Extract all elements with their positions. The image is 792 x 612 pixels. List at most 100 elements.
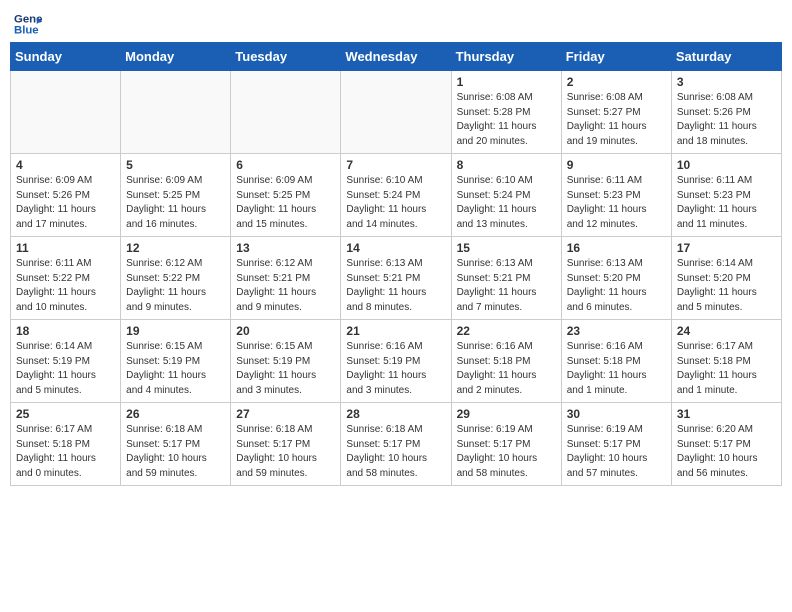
day-info: Sunrise: 6:10 AM Sunset: 5:24 PM Dayligh…	[346, 174, 445, 232]
day-number: 23	[567, 324, 666, 338]
day-number: 16	[567, 241, 666, 255]
calendar-week-row: 4 Sunrise: 6:09 AM Sunset: 5:26 PM Daylig…	[11, 154, 782, 237]
day-number: 26	[126, 407, 225, 421]
day-number: 15	[457, 241, 556, 255]
day-info: Sunrise: 6:09 AM Sunset: 5:25 PM Dayligh…	[126, 174, 225, 232]
day-info: Sunrise: 6:14 AM Sunset: 5:19 PM Dayligh…	[16, 340, 115, 398]
calendar-table: SundayMondayTuesdayWednesdayThursdayFrid…	[10, 42, 782, 486]
column-header-monday: Monday	[121, 43, 231, 71]
day-info: Sunrise: 6:19 AM Sunset: 5:17 PM Dayligh…	[457, 423, 556, 481]
calendar-cell: 28 Sunrise: 6:18 AM Sunset: 5:17 PM Dayli…	[341, 403, 451, 486]
day-number: 17	[677, 241, 776, 255]
column-header-thursday: Thursday	[451, 43, 561, 71]
day-info: Sunrise: 6:14 AM Sunset: 5:20 PM Dayligh…	[677, 257, 776, 315]
calendar-cell: 6 Sunrise: 6:09 AM Sunset: 5:25 PM Daylig…	[231, 154, 341, 237]
calendar-cell: 19 Sunrise: 6:15 AM Sunset: 5:19 PM Dayli…	[121, 320, 231, 403]
calendar-week-row: 25 Sunrise: 6:17 AM Sunset: 5:18 PM Dayli…	[11, 403, 782, 486]
day-info: Sunrise: 6:20 AM Sunset: 5:17 PM Dayligh…	[677, 423, 776, 481]
calendar-cell: 21Sunrise: 6:16 AM Sunset: 5:19 PM Dayli…	[341, 320, 451, 403]
calendar-cell	[11, 71, 121, 154]
calendar-cell: 2 Sunrise: 6:08 AM Sunset: 5:27 PM Daylig…	[561, 71, 671, 154]
day-number: 11	[16, 241, 115, 255]
calendar-cell	[341, 71, 451, 154]
day-info: Sunrise: 6:13 AM Sunset: 5:21 PM Dayligh…	[346, 257, 445, 315]
day-info: Sunrise: 6:16 AM Sunset: 5:18 PM Dayligh…	[457, 340, 556, 398]
day-number: 22	[457, 324, 556, 338]
day-number: 4	[16, 158, 115, 172]
calendar-cell: 9Sunrise: 6:11 AM Sunset: 5:23 PM Daylig…	[561, 154, 671, 237]
calendar-cell: 26 Sunrise: 6:18 AM Sunset: 5:17 PM Dayli…	[121, 403, 231, 486]
day-info: Sunrise: 6:13 AM Sunset: 5:20 PM Dayligh…	[567, 257, 666, 315]
day-number: 5	[126, 158, 225, 172]
day-info: Sunrise: 6:17 AM Sunset: 5:18 PM Dayligh…	[16, 423, 115, 481]
day-info: Sunrise: 6:13 AM Sunset: 5:21 PM Dayligh…	[457, 257, 556, 315]
day-info: Sunrise: 6:08 AM Sunset: 5:27 PM Dayligh…	[567, 91, 666, 149]
calendar-header-row: SundayMondayTuesdayWednesdayThursdayFrid…	[11, 43, 782, 71]
day-info: Sunrise: 6:18 AM Sunset: 5:17 PM Dayligh…	[346, 423, 445, 481]
calendar-cell: 7Sunrise: 6:10 AM Sunset: 5:24 PM Daylig…	[341, 154, 451, 237]
day-number: 6	[236, 158, 335, 172]
calendar-cell: 12 Sunrise: 6:12 AM Sunset: 5:22 PM Dayli…	[121, 237, 231, 320]
day-number: 12	[126, 241, 225, 255]
calendar-cell: 11 Sunrise: 6:11 AM Sunset: 5:22 PM Dayli…	[11, 237, 121, 320]
day-info: Sunrise: 6:12 AM Sunset: 5:21 PM Dayligh…	[236, 257, 335, 315]
calendar-cell: 25 Sunrise: 6:17 AM Sunset: 5:18 PM Dayli…	[11, 403, 121, 486]
calendar-cell: 15 Sunrise: 6:13 AM Sunset: 5:21 PM Dayli…	[451, 237, 561, 320]
column-header-tuesday: Tuesday	[231, 43, 341, 71]
day-number: 1	[457, 75, 556, 89]
column-header-saturday: Saturday	[671, 43, 781, 71]
calendar-cell: 5 Sunrise: 6:09 AM Sunset: 5:25 PM Daylig…	[121, 154, 231, 237]
day-info: Sunrise: 6:11 AM Sunset: 5:23 PM Dayligh…	[677, 174, 776, 232]
day-info: Sunrise: 6:16 AM Sunset: 5:18 PM Dayligh…	[567, 340, 666, 398]
column-header-friday: Friday	[561, 43, 671, 71]
calendar-cell: 14 Sunrise: 6:13 AM Sunset: 5:21 PM Dayli…	[341, 237, 451, 320]
day-number: 8	[457, 158, 556, 172]
calendar-cell: 22 Sunrise: 6:16 AM Sunset: 5:18 PM Dayli…	[451, 320, 561, 403]
calendar-cell: 10 Sunrise: 6:11 AM Sunset: 5:23 PM Dayli…	[671, 154, 781, 237]
day-number: 9	[567, 158, 666, 172]
calendar-cell: 1 Sunrise: 6:08 AM Sunset: 5:28 PM Daylig…	[451, 71, 561, 154]
day-info: Sunrise: 6:18 AM Sunset: 5:17 PM Dayligh…	[236, 423, 335, 481]
day-info: Sunrise: 6:11 AM Sunset: 5:22 PM Dayligh…	[16, 257, 115, 315]
day-number: 29	[457, 407, 556, 421]
calendar-cell: 30Sunrise: 6:19 AM Sunset: 5:17 PM Dayli…	[561, 403, 671, 486]
calendar-cell: 20 Sunrise: 6:15 AM Sunset: 5:19 PM Dayli…	[231, 320, 341, 403]
day-info: Sunrise: 6:08 AM Sunset: 5:26 PM Dayligh…	[677, 91, 776, 149]
day-info: Sunrise: 6:15 AM Sunset: 5:19 PM Dayligh…	[126, 340, 225, 398]
calendar-cell: 13Sunrise: 6:12 AM Sunset: 5:21 PM Dayli…	[231, 237, 341, 320]
day-number: 2	[567, 75, 666, 89]
day-number: 14	[346, 241, 445, 255]
calendar-cell: 8 Sunrise: 6:10 AM Sunset: 5:24 PM Daylig…	[451, 154, 561, 237]
day-number: 20	[236, 324, 335, 338]
calendar-cell: 4 Sunrise: 6:09 AM Sunset: 5:26 PM Daylig…	[11, 154, 121, 237]
day-info: Sunrise: 6:18 AM Sunset: 5:17 PM Dayligh…	[126, 423, 225, 481]
day-number: 27	[236, 407, 335, 421]
day-info: Sunrise: 6:15 AM Sunset: 5:19 PM Dayligh…	[236, 340, 335, 398]
day-number: 3	[677, 75, 776, 89]
calendar-cell: 16 Sunrise: 6:13 AM Sunset: 5:20 PM Dayli…	[561, 237, 671, 320]
page-header: General Blue	[10, 10, 782, 38]
svg-text:Blue: Blue	[14, 25, 39, 37]
day-number: 18	[16, 324, 115, 338]
day-info: Sunrise: 6:09 AM Sunset: 5:26 PM Dayligh…	[16, 174, 115, 232]
column-header-sunday: Sunday	[11, 43, 121, 71]
day-info: Sunrise: 6:12 AM Sunset: 5:22 PM Dayligh…	[126, 257, 225, 315]
calendar-week-row: 18 Sunrise: 6:14 AM Sunset: 5:19 PM Dayli…	[11, 320, 782, 403]
day-info: Sunrise: 6:08 AM Sunset: 5:28 PM Dayligh…	[457, 91, 556, 149]
day-number: 10	[677, 158, 776, 172]
day-number: 24	[677, 324, 776, 338]
logo: General Blue	[14, 10, 46, 38]
calendar-cell	[231, 71, 341, 154]
column-header-wednesday: Wednesday	[341, 43, 451, 71]
calendar-cell: 3 Sunrise: 6:08 AM Sunset: 5:26 PM Daylig…	[671, 71, 781, 154]
calendar-cell: 23 Sunrise: 6:16 AM Sunset: 5:18 PM Dayli…	[561, 320, 671, 403]
day-number: 19	[126, 324, 225, 338]
day-info: Sunrise: 6:09 AM Sunset: 5:25 PM Dayligh…	[236, 174, 335, 232]
logo-icon: General Blue	[14, 10, 42, 38]
day-number: 25	[16, 407, 115, 421]
day-number: 28	[346, 407, 445, 421]
day-info: Sunrise: 6:17 AM Sunset: 5:18 PM Dayligh…	[677, 340, 776, 398]
calendar-cell: 24 Sunrise: 6:17 AM Sunset: 5:18 PM Dayli…	[671, 320, 781, 403]
day-info: Sunrise: 6:10 AM Sunset: 5:24 PM Dayligh…	[457, 174, 556, 232]
calendar-cell: 31Sunrise: 6:20 AM Sunset: 5:17 PM Dayli…	[671, 403, 781, 486]
